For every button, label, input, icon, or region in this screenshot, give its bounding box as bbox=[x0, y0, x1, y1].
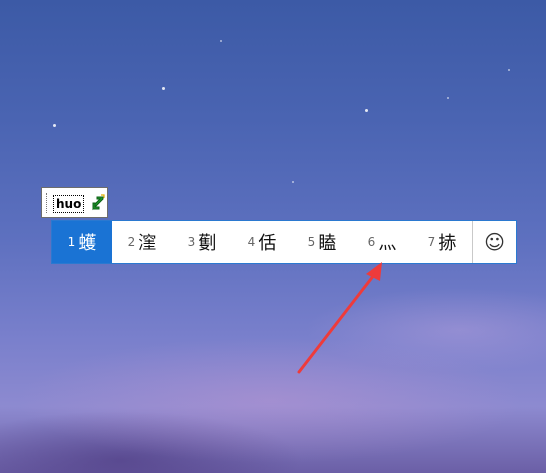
star bbox=[292, 181, 294, 183]
composition-text: huo bbox=[53, 195, 85, 213]
candidate-4[interactable]: 4 佸 bbox=[232, 221, 292, 263]
candidate-char: 蠖 bbox=[78, 233, 97, 254]
drag-grip[interactable] bbox=[46, 193, 50, 213]
candidate-number: 7 bbox=[427, 235, 436, 249]
star bbox=[365, 109, 368, 112]
star bbox=[447, 97, 449, 99]
ime-mode-arrow-icon[interactable] bbox=[90, 194, 106, 212]
candidate-char: 漥 bbox=[138, 233, 157, 254]
candidate-char: 捇 bbox=[438, 233, 457, 254]
candidate-char: 瞌 bbox=[318, 233, 337, 254]
candidate-number: 6 bbox=[367, 235, 376, 249]
star bbox=[508, 69, 510, 71]
candidate-char: 佸 bbox=[258, 233, 277, 254]
candidate-6[interactable]: 6 灬 bbox=[352, 221, 412, 263]
candidate-number: 3 bbox=[187, 235, 196, 249]
candidate-3[interactable]: 3 劐 bbox=[172, 221, 232, 263]
ime-composition-window: huo bbox=[41, 187, 108, 218]
candidate-7[interactable]: 7 捇 bbox=[412, 221, 472, 263]
star bbox=[53, 124, 56, 127]
candidate-number: 4 bbox=[247, 235, 256, 249]
ime-candidate-bar: 1 蠖 2 漥 3 劐 4 佸 5 瞌 6 灬 7 捇 ☺ bbox=[51, 220, 517, 264]
candidate-1[interactable]: 1 蠖 bbox=[52, 221, 112, 263]
emoji-button[interactable]: ☺ bbox=[473, 221, 516, 263]
candidate-5[interactable]: 5 瞌 bbox=[292, 221, 352, 263]
star bbox=[220, 40, 222, 42]
candidate-number: 1 bbox=[67, 235, 76, 249]
candidate-char: 劐 bbox=[198, 233, 217, 254]
candidate-char: 灬 bbox=[378, 233, 397, 254]
smiley-icon: ☺ bbox=[484, 230, 505, 254]
candidate-number: 2 bbox=[127, 235, 136, 249]
candidate-2[interactable]: 2 漥 bbox=[112, 221, 172, 263]
star bbox=[162, 87, 165, 90]
candidate-number: 5 bbox=[307, 235, 316, 249]
